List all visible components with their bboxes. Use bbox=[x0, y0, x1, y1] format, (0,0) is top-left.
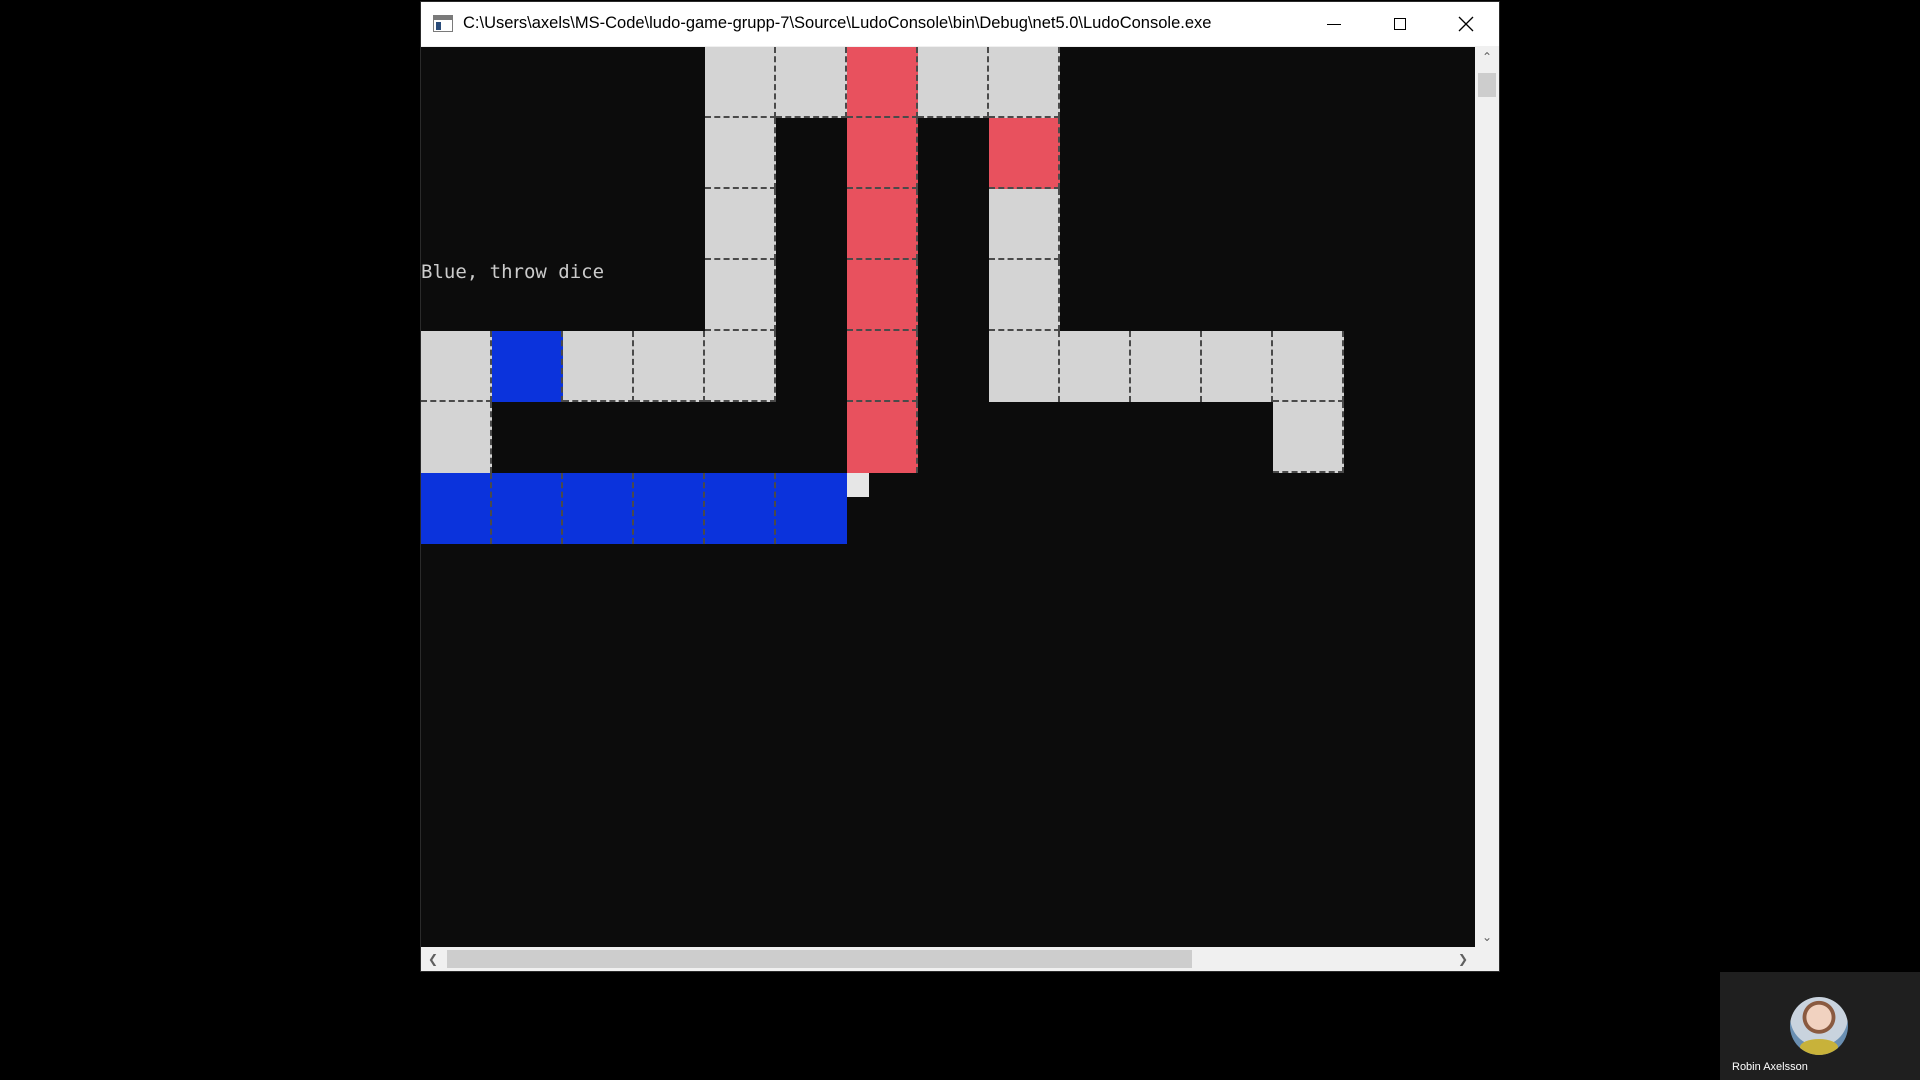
maximize-icon bbox=[1394, 18, 1406, 30]
scroll-right-arrow-icon[interactable]: ❯ bbox=[1451, 947, 1475, 971]
console-app-icon[interactable] bbox=[433, 15, 453, 32]
scroll-down-arrow-icon[interactable]: ⌄ bbox=[1475, 927, 1499, 947]
track-cell bbox=[1273, 402, 1344, 473]
minimize-icon bbox=[1327, 23, 1341, 25]
close-icon bbox=[1458, 16, 1474, 32]
horizontal-scroll-thumb[interactable] bbox=[447, 950, 1192, 968]
red-path-cell bbox=[847, 260, 918, 331]
console-message: Blue, throw dice bbox=[421, 261, 605, 283]
blue-path-cell bbox=[492, 473, 563, 544]
blue-path-cell bbox=[563, 473, 634, 544]
blue-path-cell bbox=[634, 473, 705, 544]
maximize-button[interactable] bbox=[1367, 2, 1433, 46]
red-path-cell bbox=[989, 118, 1060, 189]
track-cell bbox=[705, 260, 776, 331]
scroll-left-arrow-icon[interactable]: ❮ bbox=[421, 947, 445, 971]
title-bar[interactable]: C:\Users\axels\MS-Code\ludo-game-grupp-7… bbox=[421, 2, 1499, 46]
red-path-cell bbox=[847, 189, 918, 260]
blue-path-cell bbox=[705, 473, 776, 544]
track-cell bbox=[705, 189, 776, 260]
track-cell bbox=[421, 402, 492, 473]
vertical-scrollbar[interactable]: ⌃ ⌄ bbox=[1475, 47, 1499, 947]
resize-grip-icon[interactable] bbox=[1475, 947, 1499, 971]
blue-path-cell bbox=[776, 473, 847, 544]
blue-path-cell bbox=[421, 473, 492, 544]
track-cell bbox=[1131, 331, 1202, 402]
close-button[interactable] bbox=[1433, 2, 1499, 46]
track-cell bbox=[705, 47, 776, 118]
red-path-cell bbox=[847, 118, 918, 189]
track-cell bbox=[1202, 331, 1273, 402]
track-cell bbox=[989, 331, 1060, 402]
track-cell bbox=[705, 118, 776, 189]
track-cell bbox=[563, 331, 634, 402]
console-cursor bbox=[847, 473, 869, 497]
track-cell bbox=[776, 47, 847, 118]
minimize-button[interactable] bbox=[1301, 2, 1367, 46]
track-cell bbox=[634, 331, 705, 402]
track-cell bbox=[918, 47, 989, 118]
participant-name: Robin Axelsson bbox=[1732, 1061, 1808, 1073]
red-path-cell bbox=[847, 402, 918, 473]
track-cell bbox=[989, 260, 1060, 331]
console-window: C:\Users\axels\MS-Code\ludo-game-grupp-7… bbox=[420, 1, 1500, 972]
red-path-cell bbox=[847, 331, 918, 402]
track-cell bbox=[989, 189, 1060, 260]
vertical-scroll-thumb[interactable] bbox=[1478, 73, 1496, 97]
window-title: C:\Users\axels\MS-Code\ludo-game-grupp-7… bbox=[463, 14, 1212, 32]
track-cell bbox=[705, 331, 776, 402]
red-path-cell bbox=[847, 47, 918, 118]
user-avatar bbox=[1790, 997, 1848, 1055]
scroll-up-arrow-icon[interactable]: ⌃ bbox=[1475, 47, 1499, 67]
track-cell bbox=[1060, 331, 1131, 402]
track-cell bbox=[421, 331, 492, 402]
video-call-tile: Robin Axelsson bbox=[1720, 972, 1920, 1080]
desktop-screen: C:\Users\axels\MS-Code\ludo-game-grupp-7… bbox=[0, 0, 1920, 1080]
track-cell bbox=[1273, 331, 1344, 402]
blue-path-cell bbox=[492, 331, 563, 402]
console-output[interactable]: Blue, throw dice bbox=[421, 47, 1475, 947]
horizontal-scrollbar[interactable]: ❮ ❯ bbox=[421, 947, 1475, 971]
track-cell bbox=[989, 47, 1060, 118]
